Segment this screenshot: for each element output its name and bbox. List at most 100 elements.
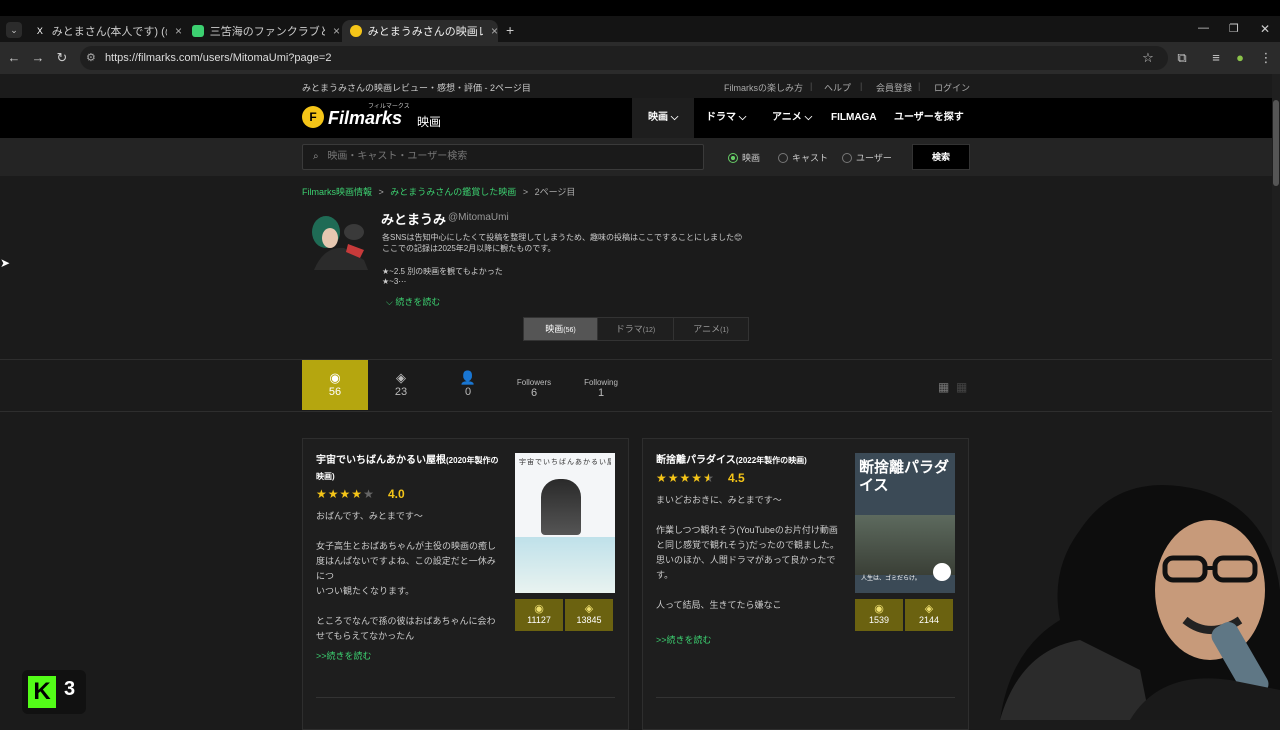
clips-count[interactable]: ◈ 2144: [905, 599, 953, 631]
radio-movies[interactable]: 映画: [728, 151, 760, 164]
poster-sky: [515, 537, 615, 593]
browser-tab-bar: ⌄ X みとまさん(本人です) (@UmiMit × 三笘海のファンクラブとSN…: [0, 0, 1280, 42]
segment-anime[interactable]: アニメ(1): [673, 317, 749, 341]
reload-icon[interactable]: ↻: [54, 50, 70, 66]
rating-stars: ★★★★★: [316, 487, 375, 501]
utility-bar: みとまうみさんの映画レビュー・感想・評価 - 2ページ目 Filmarksの楽し…: [0, 74, 1280, 98]
review-card: 断捨離パラダイス(2022年製作の映画) ★★★★★ 4.5 まいどおおきに、み…: [642, 438, 969, 730]
profile-read-more[interactable]: ⌵ 続きを読む: [386, 295, 440, 308]
search-row: ⌕ 映画・キャスト・ユーザー検索 映画 キャスト ユーザー 検索: [0, 138, 1280, 176]
star-icon: ★: [327, 487, 340, 501]
util-link-guide[interactable]: Filmarksの楽しみ方: [724, 81, 803, 94]
breadcrumb-link-watched[interactable]: みとまうみさんの鑑賞した映画: [390, 187, 516, 197]
star-icon: ★: [339, 487, 352, 501]
close-icon[interactable]: ×: [491, 24, 498, 38]
grid-view-icon[interactable]: ▦: [938, 380, 949, 394]
card-divider: [656, 697, 955, 698]
movie-poster[interactable]: 宇宙でいちばんあかるい屋根: [515, 453, 615, 593]
tab-filmarks[interactable]: みとまうみさんの映画レビュー・感想 ×: [342, 20, 498, 42]
url-field[interactable]: ⚙ https://filmarks.com/users/MitomaUmi?p…: [80, 46, 1168, 70]
util-link-register[interactable]: 会員登録: [876, 81, 912, 94]
nav-filmaga[interactable]: FILMAGA: [831, 98, 877, 138]
poster-title: 宇宙でいちばんあかるい屋根: [519, 459, 611, 466]
site-info-icon[interactable]: ⚙: [86, 52, 96, 64]
review-text: まいどおおきに、みとまです〜 作業しつつ観れそう(YouTubeのお片付け動画と…: [656, 495, 839, 610]
extensions-icon[interactable]: ⧉: [1174, 50, 1190, 66]
util-link-help[interactable]: ヘルプ: [824, 81, 851, 94]
badge-count: 3: [64, 678, 76, 700]
close-icon[interactable]: ×: [175, 24, 182, 38]
tab-fanclub[interactable]: 三笘海のファンクラブとSNS - 三笘 ×: [184, 20, 340, 42]
nav-anime[interactable]: アニメ ⌵: [772, 98, 812, 138]
clip-icon: ◈: [396, 370, 406, 385]
close-icon[interactable]: ×: [333, 24, 340, 38]
poster-title: 断捨離パラダイス: [859, 459, 950, 494]
review-read-more[interactable]: >>続きを読む: [656, 633, 712, 646]
poster-tagline: 人生は、ゴミだらけ。: [861, 576, 921, 582]
star-icon: ★: [691, 471, 704, 485]
star-icon: ★: [656, 471, 668, 485]
profile-avatar-icon[interactable]: ●: [1232, 50, 1248, 65]
profile-handle: @MitomaUmi: [448, 212, 509, 223]
nav-drama[interactable]: ドラマ ⌵: [706, 98, 746, 138]
list-view-icon[interactable]: ▦: [956, 380, 967, 394]
star-icon: ★: [316, 487, 328, 501]
review-text: おばんです、みとまです〜 女子高生とおばあちゃんが主役の映画の癒し度はんぱないで…: [316, 511, 497, 641]
clips-count[interactable]: ◈ 13845: [565, 599, 613, 631]
segment-movies[interactable]: 映画(56): [523, 317, 598, 341]
clip-icon: ◈: [924, 603, 934, 615]
poster-figure: [541, 479, 581, 535]
forward-icon[interactable]: →: [30, 50, 46, 65]
stat-followers[interactable]: Followers 6: [501, 360, 567, 410]
stat-following[interactable]: Following 1: [568, 360, 634, 410]
nav-movies[interactable]: 映画 ⌵: [648, 98, 678, 138]
clip-icon: ◈: [584, 603, 594, 615]
tab-title: みとまさん(本人です) (@UmiMit: [51, 26, 167, 38]
rating-score: 4.5: [728, 471, 745, 485]
new-tab-button[interactable]: +: [506, 22, 514, 38]
breadcrumb-link-top[interactable]: Filmarks映画情報: [302, 187, 372, 197]
back-icon[interactable]: ←: [6, 50, 22, 65]
search-input[interactable]: ⌕ 映画・キャスト・ユーザー検索: [302, 144, 704, 170]
search-button[interactable]: 検索: [912, 144, 970, 170]
breadcrumb: Filmarks映画情報 > みとまうみさんの鑑賞した映画 > 2ページ目: [302, 187, 576, 197]
review-title[interactable]: 宇宙でいちばんあかるい屋根(2020年製作の映画): [316, 453, 501, 485]
logo-kana: フィルマークス: [368, 104, 410, 110]
star-icon: ★: [363, 487, 375, 501]
marks-count[interactable]: ◉ 1539: [855, 599, 903, 631]
fanclub-favicon-icon: [192, 25, 204, 37]
sunflower-logo-icon: F: [302, 106, 324, 128]
url-text: https://filmarks.com/users/MitomaUmi?pag…: [104, 52, 332, 64]
nav-find-users[interactable]: ユーザーを探す: [894, 98, 964, 138]
scrollbar-thumb[interactable]: [1273, 100, 1279, 186]
eye-icon: ◉: [874, 603, 884, 615]
minimize-icon[interactable]: —: [1198, 22, 1209, 34]
stat-fans[interactable]: 👤 0: [435, 360, 501, 410]
window-close-icon[interactable]: ✕: [1260, 22, 1270, 36]
logo-text: Filmarks: [328, 108, 403, 128]
x-logo-icon: X: [36, 26, 43, 36]
stat-clips[interactable]: ◈ 23: [368, 360, 434, 410]
star-icon: ★: [679, 471, 692, 485]
review-read-more[interactable]: >>続きを読む: [316, 649, 372, 662]
marks-count[interactable]: ◉ 11127: [515, 599, 563, 631]
breadcrumb-current: 2ページ目: [534, 187, 576, 197]
browser-menu-icon[interactable]: ⋮: [1258, 50, 1274, 66]
stream-badge: K 3: [22, 670, 86, 714]
movie-poster[interactable]: 断捨離パラダイス 人生は、ゴミだらけ。: [855, 453, 955, 593]
tab-list-button[interactable]: ⌄: [6, 22, 22, 38]
segment-drama[interactable]: ドラマ(12): [597, 317, 674, 341]
restore-icon[interactable]: ❐: [1229, 22, 1239, 35]
util-link-login[interactable]: ログイン: [934, 81, 970, 94]
page-heading: みとまうみさんの映画レビュー・感想・評価 - 2ページ目: [302, 83, 531, 93]
mouse-cursor-icon: ➤: [0, 256, 11, 270]
eye-icon: ◉: [329, 370, 341, 385]
media-control-icon[interactable]: ≡: [1208, 50, 1224, 65]
bookmark-star-icon[interactable]: ☆: [1140, 50, 1156, 66]
radio-cast[interactable]: キャスト: [778, 151, 828, 164]
stat-marks[interactable]: ◉ 56: [302, 360, 368, 410]
address-bar-row: ← → ↻ ⚙ https://filmarks.com/users/Mitom…: [0, 42, 1280, 74]
tab-twitter[interactable]: X みとまさん(本人です) (@UmiMit ×: [26, 20, 182, 42]
review-title[interactable]: 断捨離パラダイス(2022年製作の映画): [656, 453, 846, 469]
radio-users[interactable]: ユーザー: [842, 151, 892, 164]
